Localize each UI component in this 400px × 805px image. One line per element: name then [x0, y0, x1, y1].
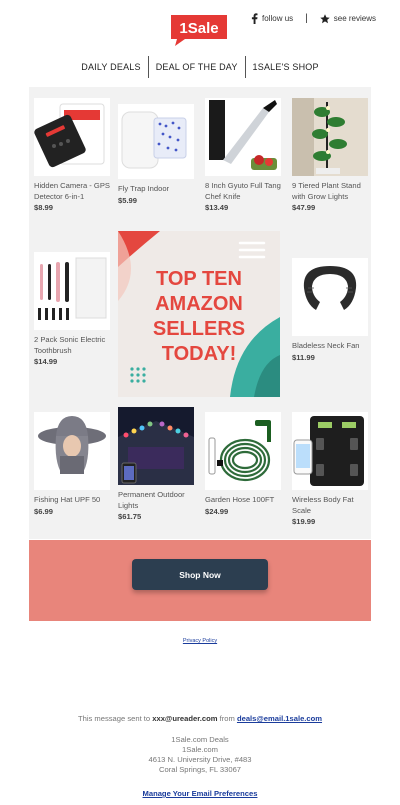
- product-name[interactable]: 9 Tiered Plant Stand with Grow Lights: [292, 181, 370, 202]
- nav-1sale-shop[interactable]: 1SALE'S SHOP: [246, 56, 326, 78]
- product-price: $14.99: [34, 357, 58, 366]
- product-name[interactable]: Fishing Hat UPF 50: [34, 495, 112, 506]
- product-price: $47.99: [292, 203, 316, 212]
- cta-band: Shop Now: [29, 540, 371, 621]
- see-reviews-label: see reviews: [333, 14, 376, 23]
- product-name[interactable]: 2 Pack Sonic Electric Toothbrush: [34, 335, 112, 356]
- product-name[interactable]: 8 Inch Gyuto Full Tang Chef Knife: [205, 181, 283, 202]
- product-name[interactable]: Bladeless Neck Fan: [292, 341, 370, 352]
- product-card[interactable]: Fly Trap Indoor $5.99: [118, 104, 196, 206]
- 1sale-logo[interactable]: 1Sale: [169, 13, 229, 47]
- banner-line-1: TOP TEN: [156, 268, 242, 290]
- product-card[interactable]: Bladeless Neck Fan $11.99: [292, 258, 370, 363]
- product-image[interactable]: [118, 104, 194, 179]
- product-name[interactable]: Wireless Body Fat Scale: [292, 495, 370, 516]
- manage-preferences-link[interactable]: Manage Your Email Preferences: [0, 789, 400, 798]
- company-site: 1Sale.com: [182, 745, 218, 754]
- email-header: 1Sale follow us | see reviews: [0, 0, 400, 50]
- product-grid: Hidden Camera - GPS Detector 6-in-1 $8.9…: [29, 87, 371, 539]
- product-price: $24.99: [205, 506, 229, 516]
- product-card[interactable]: 8 Inch Gyuto Full Tang Chef Knife $13.49: [205, 98, 283, 214]
- street-address: 4613 N. University Drive, #483: [148, 755, 252, 764]
- product-card[interactable]: Fishing Hat UPF 50 $6.99: [34, 412, 112, 517]
- see-reviews-link[interactable]: see reviews: [320, 13, 376, 24]
- banner-line-4: TODAY!: [162, 343, 236, 365]
- banner-line-2: AMAZON: [155, 293, 243, 315]
- product-price: $8.99: [34, 203, 54, 212]
- product-card[interactable]: 9 Tiered Plant Stand with Grow Lights $4…: [292, 98, 370, 214]
- nav-deal-of-the-day[interactable]: DEAL OF THE DAY: [149, 56, 245, 78]
- sent-to-line: This message sent to xxx@ureader.com fro…: [0, 714, 400, 723]
- product-card[interactable]: Permanent Outdoor Lights $61.75: [118, 407, 196, 523]
- product-name[interactable]: Hidden Camera - GPS Detector 6-in-1: [34, 181, 112, 202]
- banner-line-3: SELLERS: [153, 318, 245, 340]
- social-links: follow us | see reviews: [251, 13, 376, 24]
- product-price: $6.99: [34, 506, 54, 516]
- from-word: from: [219, 714, 235, 723]
- product-price: $5.99: [118, 195, 138, 205]
- product-image[interactable]: [292, 258, 368, 336]
- product-name[interactable]: Fly Trap Indoor: [118, 184, 196, 195]
- product-card[interactable]: Garden Hose 100FT $24.99: [205, 412, 283, 517]
- svg-text:1Sale: 1Sale: [179, 20, 218, 37]
- product-image[interactable]: [34, 252, 110, 330]
- product-card[interactable]: Wireless Body Fat Scale $19.99: [292, 412, 370, 528]
- product-name[interactable]: Permanent Outdoor Lights: [118, 490, 196, 511]
- top-ten-banner[interactable]: TOP TEN AMAZON SELLERS TODAY!: [118, 231, 280, 397]
- nav-daily-deals[interactable]: DAILY DEALS: [74, 56, 147, 78]
- product-image[interactable]: [34, 412, 110, 490]
- email-footer: This message sent to xxx@ureader.com fro…: [0, 714, 400, 798]
- product-name[interactable]: Garden Hose 100FT: [205, 495, 283, 506]
- follow-us-label: follow us: [262, 14, 294, 23]
- company-address: 1Sale.com Deals 1Sale.com 4613 N. Univer…: [0, 735, 400, 775]
- city-state-zip: Coral Springs, FL 33067: [158, 765, 242, 774]
- product-card[interactable]: Hidden Camera - GPS Detector 6-in-1 $8.9…: [34, 98, 112, 214]
- product-image[interactable]: [118, 407, 194, 485]
- facebook-icon: [251, 13, 258, 24]
- social-separator: |: [305, 13, 308, 24]
- product-price: $13.49: [205, 203, 229, 212]
- recipient-email: xxx@ureader.com: [152, 714, 218, 723]
- product-image[interactable]: [205, 412, 281, 490]
- product-price: $11.99: [292, 352, 315, 362]
- sender-email-link[interactable]: deals@email.1sale.com: [237, 714, 322, 723]
- star-icon: [320, 13, 330, 23]
- product-image[interactable]: [34, 98, 110, 176]
- main-nav: DAILY DEALS DEAL OF THE DAY 1SALE'S SHOP: [0, 56, 400, 78]
- product-card[interactable]: 2 Pack Sonic Electric Toothbrush $14.99: [34, 252, 112, 368]
- product-price: $19.99: [292, 517, 316, 526]
- shop-now-button[interactable]: Shop Now: [132, 559, 268, 590]
- product-price: $61.75: [118, 512, 142, 521]
- product-image[interactable]: [205, 98, 281, 176]
- follow-us-link[interactable]: follow us: [251, 13, 293, 24]
- product-image[interactable]: [292, 412, 368, 490]
- product-image[interactable]: [292, 98, 368, 176]
- company-name: 1Sale.com Deals: [171, 735, 229, 744]
- sent-prefix: This message sent to: [77, 714, 151, 723]
- privacy-policy-link[interactable]: Privacy Policy: [0, 638, 400, 644]
